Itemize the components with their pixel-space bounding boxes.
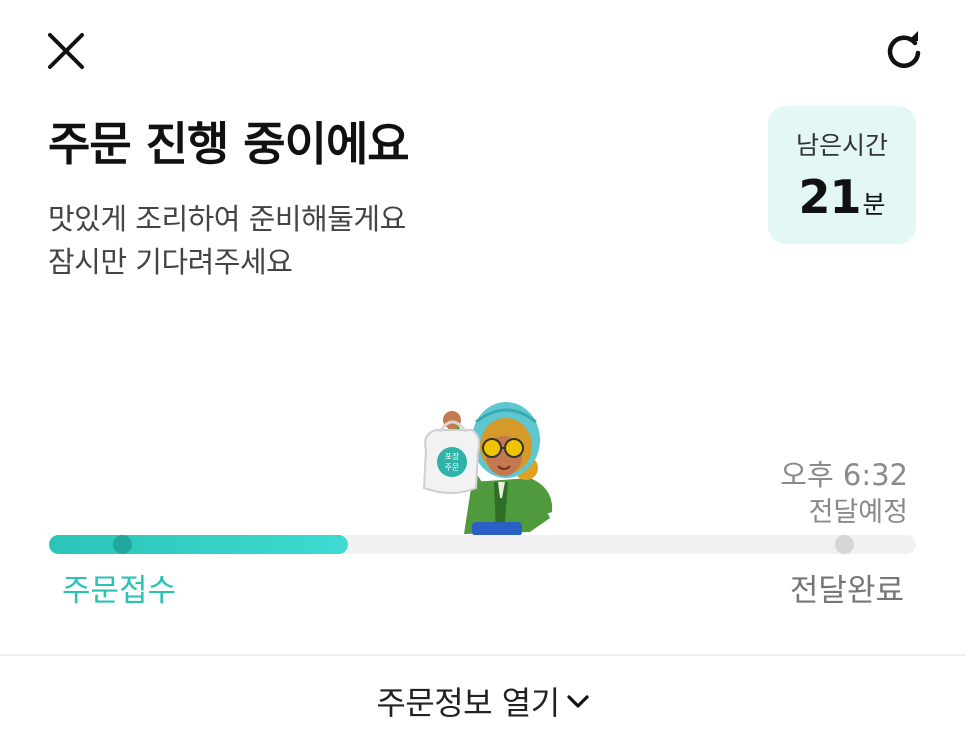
progress-fill (49, 535, 349, 554)
order-info-panel: 주문정보 열기 (0, 654, 966, 736)
order-info-toggle-button[interactable]: 주문정보 열기 (0, 678, 966, 724)
bag-label-line2: 주문 (445, 463, 460, 472)
progress-end-dot (835, 535, 854, 554)
page-title: 주문 진행 중이에요 (48, 117, 410, 171)
eta-time: 오후 6:32 (780, 458, 908, 492)
remaining-time-box: 남은시간 21분 (768, 106, 916, 244)
remaining-time-label: 남은시간 (795, 131, 888, 160)
refresh-button[interactable] (876, 23, 932, 79)
delivery-character-illustration: 포장 주문 (422, 402, 553, 536)
order-status-screen: 주문 진행 중이에요 맛있게 조리하여 준비해둘게요 잠시만 기다려주세요 남은… (0, 0, 966, 736)
bag-label-line1: 포장 (445, 451, 460, 461)
close-button[interactable] (38, 23, 94, 79)
progress-track (49, 535, 916, 554)
close-icon (48, 33, 84, 69)
refresh-icon (887, 31, 921, 68)
status-message-line1: 맛있게 조리하여 준비해둘게요 (48, 202, 406, 236)
order-info-toggle-label: 주문정보 열기 (376, 684, 560, 722)
remaining-time-number: 21 (798, 170, 861, 224)
chevron-down-icon (566, 689, 590, 713)
step-delivery-complete: 전달완료 (789, 573, 904, 609)
status-message-line2: 잠시만 기다려주세요 (48, 245, 293, 279)
step-order-received: 주문접수 (62, 573, 177, 609)
remaining-time-value: 21분 (768, 170, 916, 224)
eta-label: 전달예정 (808, 497, 908, 528)
remaining-time-unit: 분 (862, 190, 886, 219)
progress-start-dot (113, 535, 132, 554)
